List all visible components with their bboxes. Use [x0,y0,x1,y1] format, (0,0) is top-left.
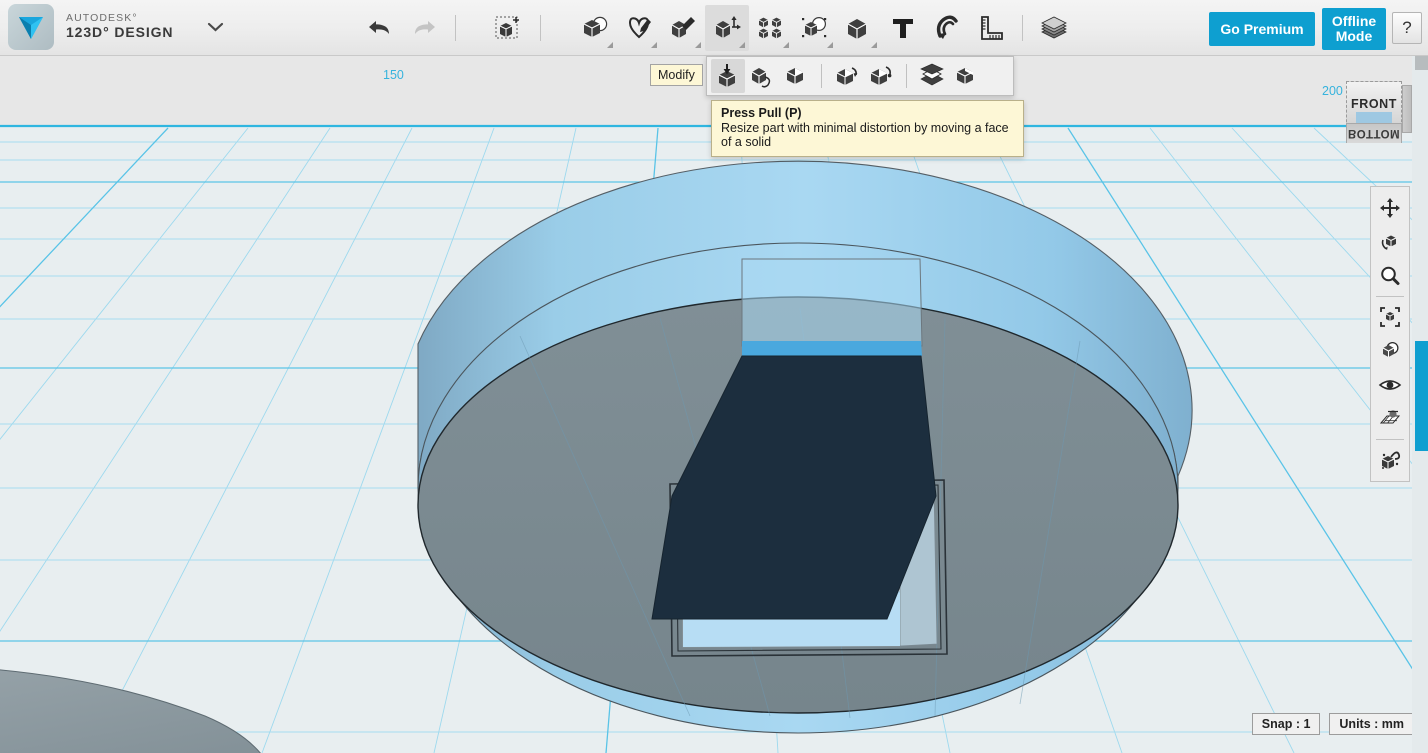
nav-divider-2 [1376,439,1404,440]
chamfer-icon[interactable] [864,59,898,93]
toolbar-divider-3 [1022,15,1023,41]
offline-mode-line2: Mode [1336,28,1373,44]
chevron-down-icon[interactable] [207,19,224,36]
grid-label-200: 200 [1322,84,1343,98]
app-root: 150 200 FRONT BOTTOM [0,0,1428,753]
modify-submenu[interactable] [706,56,1014,96]
view-cube-front-label: FRONT [1351,97,1397,111]
visibility-eye-icon[interactable] [1373,368,1407,402]
fillet-icon[interactable] [830,59,864,93]
text-t-icon[interactable] [881,5,925,51]
display-shaded-cube-icon[interactable] [1373,334,1407,368]
3d-viewport[interactable]: 150 200 FRONT BOTTOM [0,56,1428,753]
zoom-magnifier-icon[interactable] [1373,259,1407,293]
go-premium-button[interactable]: Go Premium [1209,12,1315,46]
view-cube-bottom-face[interactable]: BOTTOM [1346,123,1402,143]
transform-group [487,0,550,56]
combine-cube-icon[interactable] [837,5,881,51]
material-paint-icon[interactable] [1373,443,1407,477]
brand-product-label: 123D° DESIGN [66,25,173,41]
transform-cube-icon[interactable] [487,5,531,51]
vertical-scrollbar[interactable] [1412,56,1428,753]
help-button[interactable]: ? [1392,12,1422,44]
submenu-divider-1 [821,64,822,88]
tooltip-description: Resize part with minimal distortion by m… [721,121,1014,149]
undo-arrow-icon[interactable] [358,5,402,51]
redo-arrow-icon[interactable] [402,5,446,51]
tooltip-title: Press Pull (P) [721,106,1014,120]
history-group [358,0,465,56]
modify-cube-arrows-icon[interactable] [705,5,749,51]
brand-area[interactable]: AUTODESK° 123D° DESIGN [8,4,224,50]
view-cube-side-face[interactable] [1402,85,1412,133]
construct-cube-pencil-icon[interactable] [661,5,705,51]
measure-ruler-icon[interactable] [969,5,1013,51]
offline-mode-line1: Offline [1332,13,1376,29]
tooltip: Press Pull (P) Resize part with minimal … [711,100,1024,157]
grouping-cube-icon[interactable] [793,5,837,51]
top-toolbar: AUTODESK° 123D° DESIGN [0,0,1428,56]
split-solid-icon[interactable] [949,59,983,93]
snap-magnet-icon[interactable] [925,5,969,51]
sketch-pencil-icon[interactable] [617,5,661,51]
scrollbar-thumb[interactable] [1415,341,1428,451]
tweak-icon[interactable] [745,59,779,93]
grid-label-150: 150 [383,68,404,82]
tools-group [573,0,1076,56]
view-cube-highlight [1356,112,1392,123]
shell-icon[interactable] [915,59,949,93]
fit-to-view-icon[interactable] [1373,300,1407,334]
brand-text: AUTODESK° 123D° DESIGN [66,13,173,40]
submenu-divider-2 [906,64,907,88]
grid-snap-icon[interactable] [1373,402,1407,436]
pan-arrows-icon[interactable] [1373,191,1407,225]
toolbar-divider-2 [540,15,541,41]
press-pull-icon[interactable] [711,59,745,93]
autodesk-123d-logo [8,4,54,50]
pattern-grid-icon[interactable] [749,5,793,51]
scrollbar-track-top [1415,56,1428,70]
status-bar: Snap : 1 Units : mm [1252,713,1414,735]
modify-group-label: Modify [650,64,703,86]
viewport-scene [0,56,1428,753]
highlighted-face [742,341,922,356]
offline-mode-button[interactable]: Offline Mode [1322,8,1386,50]
view-cube[interactable]: FRONT BOTTOM [1346,71,1412,143]
split-face-icon[interactable] [779,59,813,93]
view-cube-bottom-label: BOTTOM [1348,128,1400,140]
snap-status[interactable]: Snap : 1 [1252,713,1321,735]
nav-divider [1376,296,1404,297]
orbit-cube-icon[interactable] [1373,225,1407,259]
units-status[interactable]: Units : mm [1329,713,1414,735]
primitives-cube-sphere-icon[interactable] [573,5,617,51]
navigation-toolbar[interactable] [1370,186,1410,482]
material-stack-icon[interactable] [1032,5,1076,51]
toolbar-divider-1 [455,15,456,41]
